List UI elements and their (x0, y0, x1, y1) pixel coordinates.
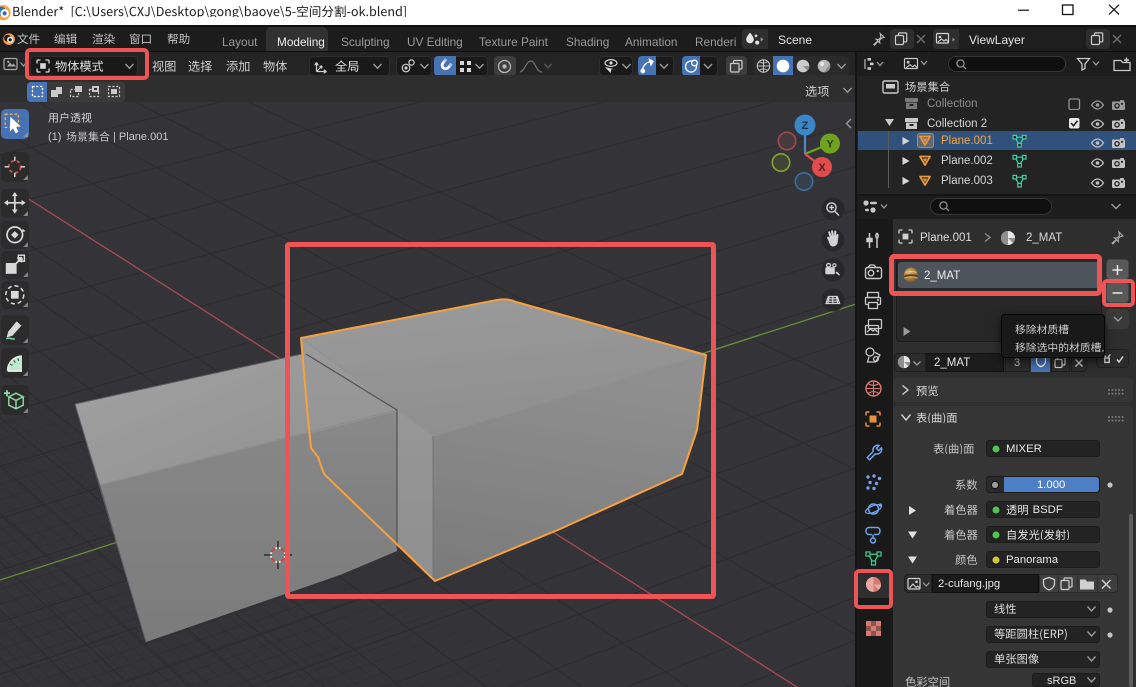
svg-text:X: X (818, 162, 826, 174)
svg-text:Z: Z (802, 120, 809, 132)
svg-text:Y: Y (826, 139, 834, 151)
